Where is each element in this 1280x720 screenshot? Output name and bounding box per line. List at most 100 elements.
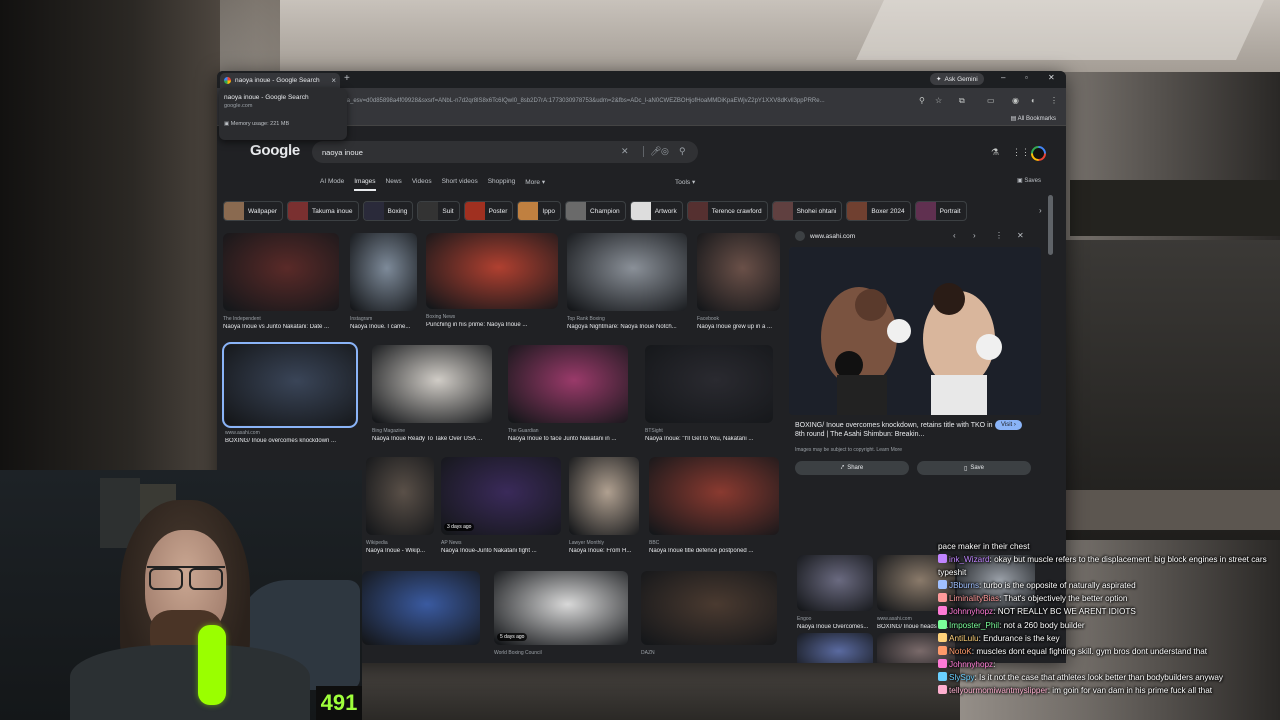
- chip-terence-crawford[interactable]: Terence crawford: [686, 201, 768, 221]
- new-tab-icon[interactable]: +: [344, 73, 350, 84]
- mode-more[interactable]: More ▾: [525, 178, 545, 191]
- minimize-icon[interactable]: –: [1001, 73, 1005, 82]
- chip-boxer-2024[interactable]: Boxer 2024: [846, 201, 911, 221]
- image-result[interactable]: [362, 571, 480, 663]
- floor: [360, 660, 960, 720]
- mode-videos[interactable]: Videos: [412, 178, 432, 191]
- image-result[interactable]: Wikipedia Naoya Inoue - Wikip...: [366, 457, 434, 561]
- visit-button[interactable]: Visit ›: [995, 420, 1022, 430]
- chat-username[interactable]: AntiLulu: [949, 634, 979, 643]
- mode-shopping[interactable]: Shopping: [488, 178, 515, 191]
- menu-kebab-icon[interactable]: ⋮: [1050, 96, 1058, 105]
- chip-portrait[interactable]: Portrait: [914, 201, 967, 221]
- chat-text: turbo is the opposite of naturally aspir…: [983, 581, 1136, 591]
- share-button[interactable]: ⤤ Share: [795, 461, 909, 475]
- image-result[interactable]: The Independent Naoya Inoue vs Junto Naka…: [223, 233, 339, 337]
- chat-username[interactable]: SlySpy: [949, 673, 974, 682]
- chat-text: not a 260 body builder: [1003, 620, 1085, 630]
- mode-images[interactable]: Images: [354, 178, 376, 191]
- image-result[interactable]: BBC Naoya Inoue title defence postponed .…: [649, 457, 779, 561]
- bookmark-star-icon[interactable]: ☆: [935, 96, 942, 105]
- chat-username[interactable]: Imposter_Phil: [949, 621, 999, 630]
- clear-search-icon[interactable]: ✕: [621, 146, 629, 157]
- search-input[interactable]: [322, 145, 612, 159]
- saves-link[interactable]: ▣ Saves: [1017, 177, 1041, 184]
- scrollbar-thumb[interactable]: [1048, 195, 1053, 255]
- apps-grid-icon[interactable]: ⋮⋮: [1012, 147, 1030, 158]
- ask-gemini-button[interactable]: ✦ Ask Gemini: [930, 73, 984, 85]
- account-avatar[interactable]: [1031, 146, 1046, 161]
- chat-username[interactable]: ink_Wizard: [949, 555, 990, 564]
- maximize-icon[interactable]: ▫: [1025, 73, 1028, 82]
- chat-username[interactable]: LiminalityBias: [949, 594, 999, 603]
- chevron-right-icon[interactable]: ›: [1039, 206, 1042, 215]
- chat-username[interactable]: JBburns: [949, 581, 979, 590]
- chip-thumbnail: [630, 202, 651, 220]
- chip-champion[interactable]: Champion: [565, 201, 626, 221]
- panel-source[interactable]: www.asahi.com: [795, 231, 855, 241]
- address-bar[interactable]: rch?sca_esv=d0d85898a4f09928&sxsrf=ANbL-…: [329, 94, 929, 108]
- chip-artwork[interactable]: Artwork: [629, 201, 683, 221]
- chat-badge-icon: [938, 619, 947, 629]
- image-result[interactable]: Bing Magazine Naoya Inoue Ready To Take O…: [372, 345, 492, 449]
- image-result[interactable]: The Guardian Naoya Inoue to face Junto Na…: [508, 345, 628, 449]
- image-result[interactable]: 5 days ago World Boxing Council: [494, 571, 628, 663]
- search-box[interactable]: ✕ 🎤︎ ◎ ⚲: [312, 141, 698, 163]
- chevron-left-icon[interactable]: ‹: [953, 231, 956, 240]
- panel-title[interactable]: BOXING/ Inoue overcomes knockdown, retai…: [795, 421, 995, 440]
- kitchen-counter: [1062, 490, 1280, 530]
- chevron-right-icon[interactable]: ›: [973, 231, 976, 240]
- save-button[interactable]: ▯ Save: [917, 461, 1031, 475]
- voice-search-icon[interactable]: 🎤︎: [643, 146, 661, 157]
- image-result[interactable]: 3 days ago AP News Naoya Inoue-Junto Nakat…: [441, 457, 561, 561]
- source-favicon-icon: [795, 231, 805, 241]
- chip-label: Wallpaper: [248, 207, 278, 215]
- chat-username[interactable]: NotoK: [949, 647, 972, 656]
- hover-card-title: naoya inoue - Google Search: [224, 94, 309, 101]
- extensions-icon[interactable]: ⧉: [959, 96, 965, 106]
- chip-shohei-ohtani[interactable]: Shohei ohtani: [771, 201, 843, 221]
- chip-boxing[interactable]: Boxing: [362, 201, 414, 221]
- close-window-icon[interactable]: ✕: [1048, 73, 1055, 82]
- mode-news[interactable]: News: [386, 178, 402, 191]
- lens-search-icon[interactable]: ◎: [661, 146, 669, 157]
- more-options-icon[interactable]: ⋮: [995, 231, 1003, 240]
- chip-takuma-inoue[interactable]: Takuma inoue: [287, 201, 359, 221]
- close-tab-icon[interactable]: ×: [331, 76, 336, 85]
- eye-icon[interactable]: ◐: [1031, 96, 1036, 105]
- chat-message: tellyourmomiwantmyslipper: im goin for v…: [938, 684, 1280, 697]
- chip-wallpaper[interactable]: Wallpaper: [223, 201, 284, 221]
- chip-label: Ippo: [542, 207, 556, 215]
- chip-poster[interactable]: Poster: [463, 201, 514, 221]
- search-icon[interactable]: ⚲: [679, 146, 686, 157]
- chip-label: Boxer 2024: [871, 207, 905, 215]
- tab-google-search[interactable]: naoya inoue - Google Search ×: [220, 73, 340, 88]
- image-result[interactable]: DAZN: [641, 571, 777, 663]
- image-result[interactable]: Boxing News Punching in his prime: Naoya …: [426, 233, 558, 335]
- result-thumbnail: [372, 345, 492, 423]
- chat-username[interactable]: Johnnyhopz: [949, 607, 993, 616]
- image-result[interactable]: Instagram Naoya Inoue. I came...: [350, 233, 417, 337]
- profile-ext-icon[interactable]: ◉: [1012, 96, 1019, 105]
- image-result[interactable]: BTSight Naoya Inoue: "I'll Get to You, Na…: [645, 345, 773, 449]
- all-bookmarks-link[interactable]: ▤ All Bookmarks: [1011, 115, 1056, 122]
- chat-username[interactable]: tellyourmomiwantmyslipper: [949, 686, 1048, 695]
- google-logo[interactable]: Google: [250, 142, 300, 159]
- preview-image[interactable]: [789, 247, 1041, 415]
- close-panel-icon[interactable]: ✕: [1017, 231, 1024, 240]
- cast-icon[interactable]: ▭: [987, 96, 995, 105]
- labs-flask-icon[interactable]: ⚗: [991, 147, 999, 158]
- chip-ippo[interactable]: Ippo: [517, 201, 562, 221]
- chat-username[interactable]: Johnnyhopz: [949, 660, 993, 669]
- result-source: BTSight: [645, 428, 663, 434]
- image-result[interactable]: www.asahi.com BOXING/ Inoue overcomes kno…: [222, 342, 358, 451]
- image-result[interactable]: Top Rank Boxing Nagoya Nightmare: Naoya I…: [567, 233, 687, 337]
- tools-dropdown[interactable]: Tools ▾: [675, 178, 695, 186]
- image-result[interactable]: Facebook Naoya Inoue grew up in a ...: [697, 233, 780, 337]
- panel-scrollbar[interactable]: [1048, 185, 1054, 545]
- chip-suit[interactable]: Suit: [417, 201, 460, 221]
- mode-short-videos[interactable]: Short videos: [442, 178, 478, 191]
- image-result[interactable]: Lawyer Monthly Naoya Inoue: From H...: [569, 457, 639, 561]
- zoom-icon[interactable]: ⚲: [919, 96, 925, 105]
- mode-ai[interactable]: AI Mode: [320, 178, 344, 191]
